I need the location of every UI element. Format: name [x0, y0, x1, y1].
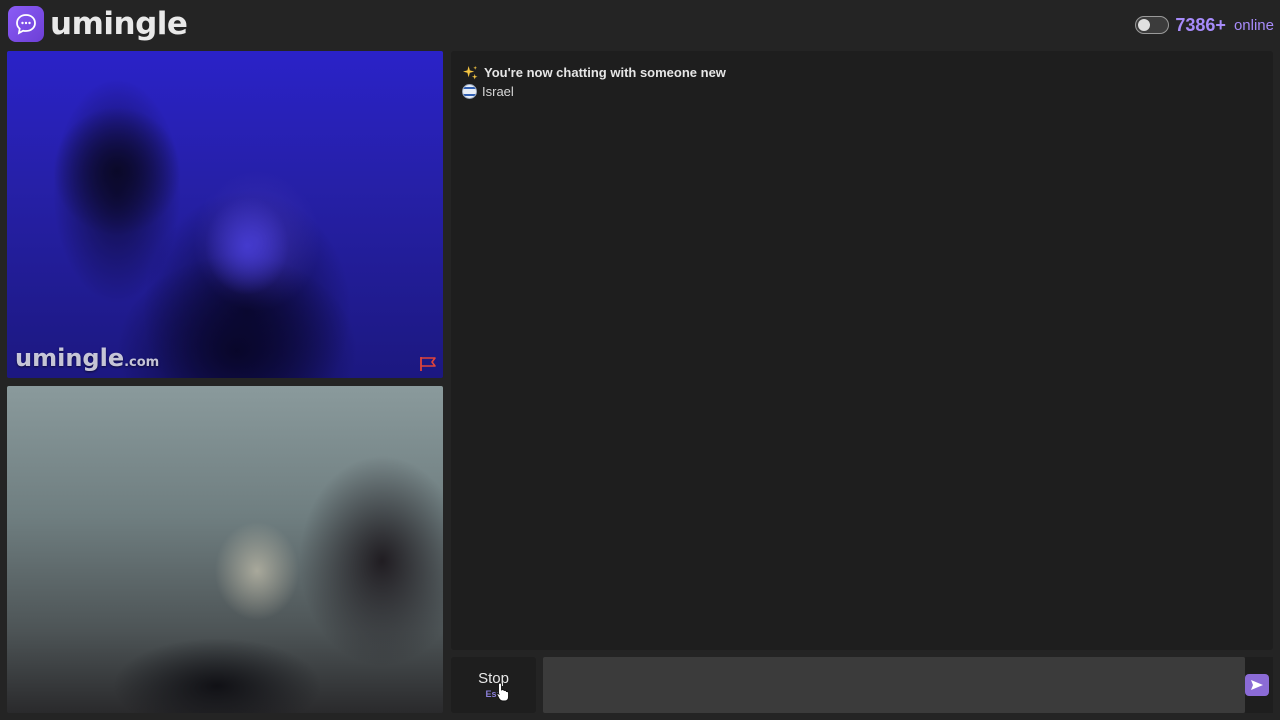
logo-text: umingle [50, 6, 188, 42]
online-label: online [1233, 16, 1274, 34]
chat-panel: You're now chatting with someone new Isr… [451, 51, 1273, 650]
header: umingle 7386+ online [0, 0, 1280, 50]
country-name: Israel [482, 84, 514, 99]
local-video [7, 386, 443, 713]
send-button[interactable] [1245, 674, 1269, 696]
send-icon [1251, 680, 1263, 690]
stranger-country: Israel [462, 84, 514, 99]
watermark-logo: umingle.com [15, 344, 160, 372]
toggle-knob [1138, 19, 1151, 31]
site-logo[interactable]: umingle [8, 5, 188, 43]
remote-video: umingle.com [7, 51, 443, 378]
stop-button[interactable]: Stop Esc [451, 657, 536, 713]
sparkles-icon [463, 65, 478, 80]
theme-toggle[interactable] [1135, 16, 1170, 34]
online-count: 7386+ [1175, 14, 1226, 35]
message-input[interactable] [543, 657, 1245, 713]
mouse-cursor-icon [496, 682, 509, 702]
report-flag-icon[interactable] [419, 356, 437, 372]
system-message: You're now chatting with someone new [463, 65, 726, 80]
system-message-text: You're now chatting with someone new [484, 65, 726, 80]
chat-bubble-icon [8, 6, 44, 42]
israel-flag-icon [462, 84, 477, 99]
online-indicator: 7386+ online [1135, 14, 1274, 36]
